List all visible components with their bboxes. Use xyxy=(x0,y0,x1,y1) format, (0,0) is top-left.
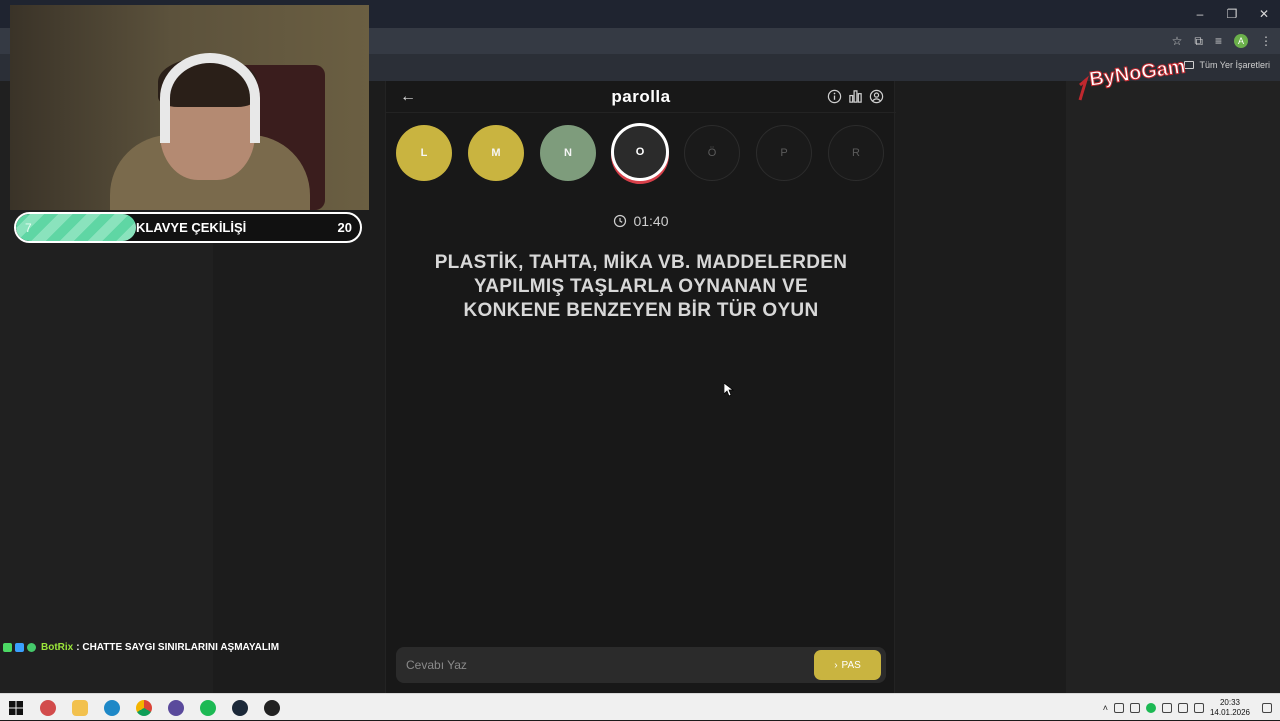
obs-icon xyxy=(168,699,184,716)
folder-icon xyxy=(72,699,88,716)
letter-o-active: O xyxy=(611,123,669,181)
letter-o-umlaut: Ö xyxy=(684,125,740,181)
timer: 01:40 xyxy=(386,213,896,229)
channel-logo: ByNoGam xyxy=(1078,55,1187,101)
volume-icon[interactable] xyxy=(1193,702,1204,713)
giveaway-label: KLAVYE ÇEKİLİŞİ xyxy=(136,220,247,235)
pass-label: PAS xyxy=(841,659,861,671)
verified-badge-icon xyxy=(27,643,36,652)
giveaway-progress-bar: 7 KLAVYE ÇEKİLİŞİ 20 xyxy=(14,212,362,243)
letter-p: P xyxy=(756,125,812,181)
game-title: parolla xyxy=(611,87,671,106)
chrome-icon xyxy=(136,699,152,716)
restore-button[interactable]: ❐ xyxy=(1216,0,1248,28)
kick-badge-icon xyxy=(3,643,12,652)
close-button[interactable]: ✕ xyxy=(1248,0,1280,28)
info-icon[interactable] xyxy=(827,89,842,104)
app-icon xyxy=(264,699,280,716)
svg-text:ByNoGam: ByNoGam xyxy=(1088,56,1187,91)
star-icon[interactable]: ☆ xyxy=(1172,34,1183,48)
app-icon xyxy=(40,699,56,716)
webcam-feed xyxy=(10,5,369,210)
extensions-icon[interactable]: ⧉ xyxy=(1194,34,1203,49)
media-icon[interactable]: ≡ xyxy=(1215,34,1222,48)
steam-icon xyxy=(232,699,248,716)
display-icon[interactable] xyxy=(1161,702,1172,713)
game-header: ← parolla xyxy=(386,81,896,113)
taskbar-obs[interactable] xyxy=(160,694,192,721)
notification-icon[interactable] xyxy=(1262,702,1272,713)
timer-value: 01:40 xyxy=(633,213,669,229)
wifi-icon[interactable] xyxy=(1177,702,1188,713)
taskbar-edge[interactable] xyxy=(96,694,128,721)
answer-input[interactable] xyxy=(406,655,786,675)
edge-icon xyxy=(104,699,120,716)
taskbar-spotify[interactable] xyxy=(192,694,224,721)
window-controls: – ❐ ✕ xyxy=(1184,0,1280,28)
chevron-right-icon: › xyxy=(834,659,838,671)
giveaway-goal: 20 xyxy=(337,220,352,235)
clock-time: 20:33 xyxy=(1219,697,1240,707)
spotify-icon xyxy=(200,699,216,716)
giveaway-current: 7 xyxy=(25,221,32,235)
windows-taskbar: ˄ 20:33 14.01.2026 xyxy=(0,693,1280,720)
stats-icon[interactable] xyxy=(848,89,863,104)
start-button[interactable] xyxy=(0,694,32,721)
chat-message: BotRix : CHATTE SAYGI SINIRLARINI AŞMAYA… xyxy=(3,642,279,653)
answer-bar: › PAS xyxy=(396,647,886,683)
chat-username: BotRix xyxy=(41,642,74,653)
tray-app-icon[interactable] xyxy=(1145,702,1156,713)
taskbar-steam[interactable] xyxy=(224,694,256,721)
minimize-button[interactable]: – xyxy=(1184,0,1216,28)
taskbar-explorer[interactable] xyxy=(64,694,96,721)
bot-badge-icon xyxy=(15,643,24,652)
game-container: ← parolla L M N O Ö P R 01:40 PLASTİK, T… xyxy=(385,81,896,693)
taskbar-chrome[interactable] xyxy=(128,694,160,721)
windows-icon xyxy=(9,700,23,715)
letter-n: N xyxy=(540,125,596,181)
clock-icon xyxy=(614,214,627,228)
all-bookmarks-label: Tüm Yer İşaretleri xyxy=(1199,60,1270,70)
profile-avatar[interactable]: A xyxy=(1234,34,1248,48)
clock-date: 14.01.2026 xyxy=(1209,707,1250,717)
right-panel xyxy=(1066,81,1280,693)
system-tray: ˄ 20:33 14.01.2026 xyxy=(1103,694,1280,721)
chevron-up-icon[interactable]: ˄ xyxy=(1103,703,1108,713)
letter-wheel: L M N O Ö P R xyxy=(396,123,886,183)
mic-icon[interactable] xyxy=(1113,702,1124,713)
letter-m: M xyxy=(468,125,524,181)
question-text: PLASTİK, TAHTA, MİKA VB. MADDELERDEN YAP… xyxy=(434,252,848,321)
letter-r: R xyxy=(828,125,884,181)
chat-text: : CHATTE SAYGI SINIRLARINI AŞMAYALIM xyxy=(76,642,280,653)
pass-button[interactable]: › PAS xyxy=(814,650,881,680)
giveaway-progress-fill xyxy=(16,214,137,241)
taskbar-app-1[interactable] xyxy=(32,694,64,721)
profile-icon[interactable] xyxy=(869,89,884,104)
mouse-cursor-icon xyxy=(724,383,734,397)
menu-icon[interactable]: ⋮ xyxy=(1260,34,1272,48)
letter-l: L xyxy=(396,125,452,181)
network-icon[interactable] xyxy=(1129,702,1140,713)
taskbar-clock[interactable]: 20:33 14.01.2026 xyxy=(1210,698,1250,718)
taskbar-app-8[interactable] xyxy=(256,694,288,721)
